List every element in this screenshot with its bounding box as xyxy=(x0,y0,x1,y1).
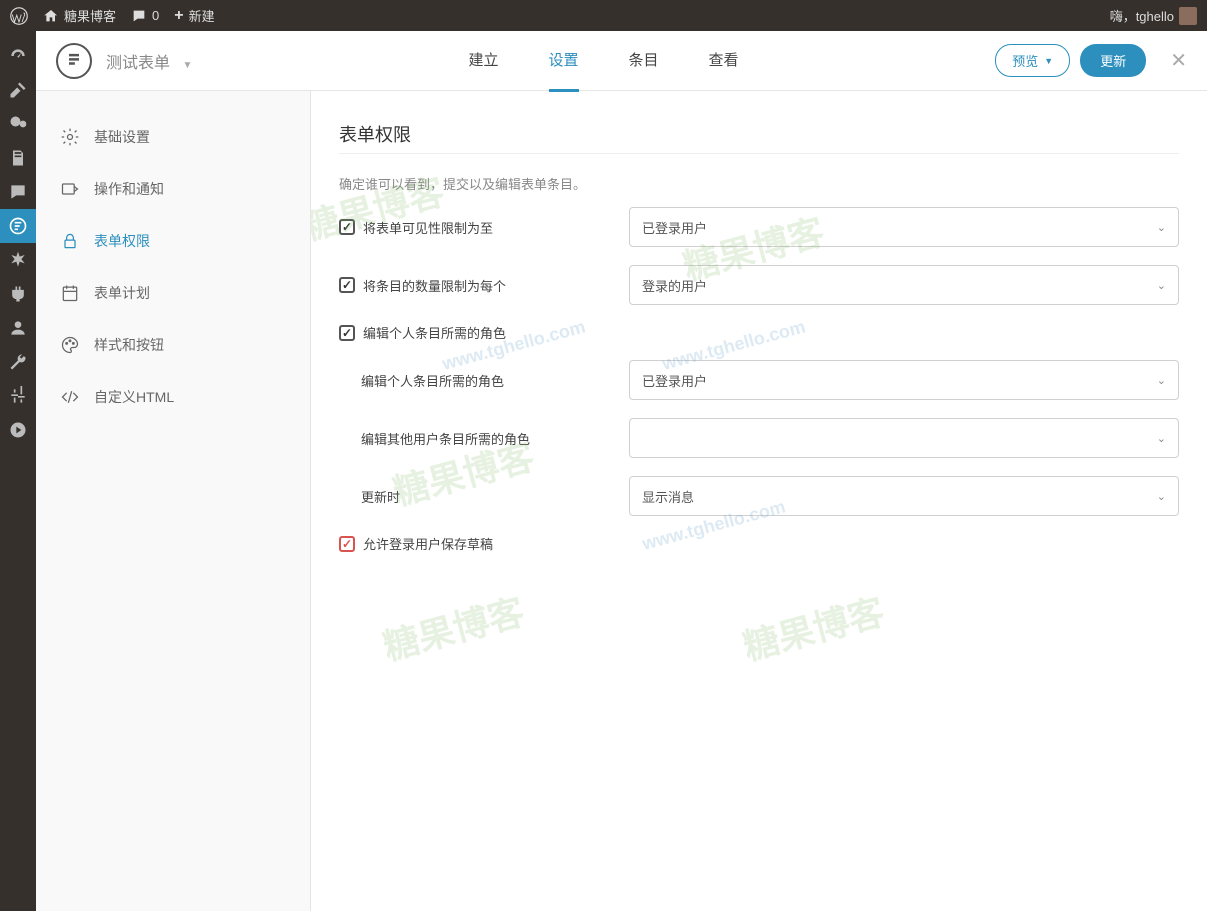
menu-video[interactable] xyxy=(0,413,36,447)
user-greeting[interactable]: 嗨，tghello xyxy=(1110,6,1197,25)
send-icon xyxy=(60,179,80,199)
comments-link[interactable]: 0 xyxy=(131,8,159,24)
user-avatar-icon xyxy=(1179,7,1197,25)
divider xyxy=(339,153,1179,154)
limit-visibility-select[interactable]: 已登录用户 ⌄ xyxy=(629,207,1179,247)
site-name: 糖果博客 xyxy=(64,6,116,25)
nav-custom-html[interactable]: 自定义HTML xyxy=(36,371,310,423)
form-name-dropdown[interactable]: 测试表单 ▼ xyxy=(106,49,192,73)
page-subtitle: 确定谁可以看到，提交以及编辑表单条目。 xyxy=(339,174,1179,193)
menu-users[interactable] xyxy=(0,311,36,345)
chevron-down-icon: ▼ xyxy=(1044,56,1053,66)
menu-posts[interactable] xyxy=(0,73,36,107)
preview-button[interactable]: 预览 ▼ xyxy=(995,44,1070,77)
tab-entries[interactable]: 条目 xyxy=(629,30,659,92)
menu-plugins[interactable] xyxy=(0,277,36,311)
edit-own-role-label: 编辑个人条目所需的角色 xyxy=(361,371,504,390)
menu-formidable[interactable] xyxy=(0,209,36,243)
nav-general[interactable]: 基础设置 xyxy=(36,111,310,163)
role-required-checkbox[interactable] xyxy=(339,325,355,341)
menu-comments[interactable] xyxy=(0,175,36,209)
comments-count: 0 xyxy=(152,8,159,23)
settings-nav: 基础设置 操作和通知 表单权限 表单计划 样式和按钮 xyxy=(36,91,311,911)
tab-views[interactable]: 查看 xyxy=(709,30,739,92)
chevron-down-icon: ⌄ xyxy=(1157,221,1166,234)
chevron-down-icon: ⌄ xyxy=(1157,374,1166,387)
menu-dashboard[interactable] xyxy=(0,39,36,73)
chevron-down-icon: ⌄ xyxy=(1157,279,1166,292)
tab-build[interactable]: 建立 xyxy=(468,30,498,92)
site-home-link[interactable]: 糖果博客 xyxy=(43,6,116,25)
settings-content: 表单权限 确定谁可以看到，提交以及编辑表单条目。 将表单可见性限制为至 已登录用… xyxy=(311,91,1207,911)
limit-visibility-label: 将表单可见性限制为至 xyxy=(363,218,493,237)
edit-others-role-label: 编辑其他用户条目所需的角色 xyxy=(361,429,530,448)
tab-settings[interactable]: 设置 xyxy=(548,30,578,92)
nav-styling[interactable]: 样式和按钮 xyxy=(36,319,310,371)
new-content-link[interactable]: + 新建 xyxy=(174,6,214,25)
close-button[interactable]: ✕ xyxy=(1170,48,1187,73)
menu-appearance[interactable] xyxy=(0,243,36,277)
menu-media[interactable] xyxy=(0,107,36,141)
edit-others-role-select[interactable]: ⌄ xyxy=(629,418,1179,458)
wp-admin-menu xyxy=(0,31,36,911)
update-button[interactable]: 更新 xyxy=(1080,44,1146,77)
nav-scheduling[interactable]: 表单计划 xyxy=(36,267,310,319)
form-editor-header: 测试表单 ▼ 建立 设置 条目 查看 预览 ▼ 更新 ✕ xyxy=(36,31,1207,91)
page-title: 表单权限 xyxy=(339,121,1179,147)
nav-permissions[interactable]: 表单权限 xyxy=(36,215,310,267)
lock-icon xyxy=(60,231,80,251)
role-required-label: 编辑个人条目所需的角色 xyxy=(363,323,506,342)
limit-visibility-checkbox[interactable] xyxy=(339,219,355,235)
edit-own-role-select[interactable]: 已登录用户 ⌄ xyxy=(629,360,1179,400)
code-icon xyxy=(60,387,80,407)
calendar-icon xyxy=(60,283,80,303)
allow-draft-checkbox[interactable] xyxy=(339,536,355,552)
on-update-label: 更新时 xyxy=(361,487,400,506)
new-label: 新建 xyxy=(189,6,215,25)
limit-entries-checkbox[interactable] xyxy=(339,277,355,293)
menu-settings[interactable] xyxy=(0,379,36,413)
on-update-select[interactable]: 显示消息 ⌄ xyxy=(629,476,1179,516)
gear-icon xyxy=(60,127,80,147)
menu-pages[interactable] xyxy=(0,141,36,175)
menu-tools[interactable] xyxy=(0,345,36,379)
formidable-logo-icon xyxy=(56,43,92,79)
chevron-down-icon: ▼ xyxy=(182,60,192,71)
wp-logo[interactable] xyxy=(10,7,28,25)
chevron-down-icon: ⌄ xyxy=(1157,432,1166,445)
limit-entries-select[interactable]: 登录的用户 ⌄ xyxy=(629,265,1179,305)
allow-draft-label: 允许登录用户保存草稿 xyxy=(363,534,493,553)
nav-actions[interactable]: 操作和通知 xyxy=(36,163,310,215)
palette-icon xyxy=(60,335,80,355)
limit-entries-label: 将条目的数量限制为每个 xyxy=(363,276,506,295)
chevron-down-icon: ⌄ xyxy=(1157,490,1166,503)
wp-admin-bar: 糖果博客 0 + 新建 嗨，tghello xyxy=(0,0,1207,31)
